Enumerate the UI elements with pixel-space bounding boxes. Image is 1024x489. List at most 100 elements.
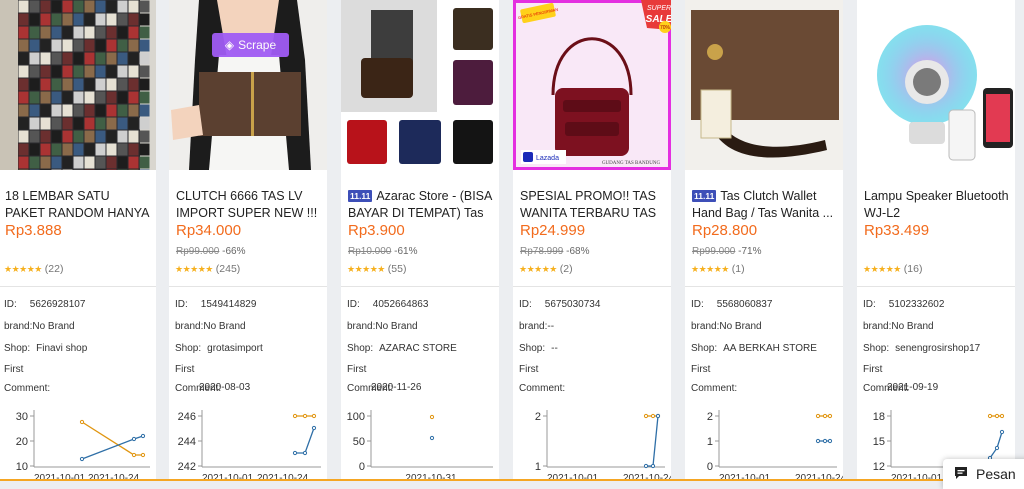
- original-price-value: Rp99.000: [692, 246, 736, 257]
- data-point-blue: [655, 413, 661, 419]
- data-point-blue: [994, 445, 1000, 451]
- price-line-blue: [646, 415, 659, 467]
- data-point-blue: [302, 450, 308, 456]
- star-icons: ★★★★★: [4, 264, 42, 274]
- product-image[interactable]: [685, 0, 843, 170]
- product-image[interactable]: [0, 0, 156, 170]
- y-tick-label: 12: [873, 461, 885, 473]
- product-title[interactable]: Lampu Speaker Bluetooth WJ-L2: [864, 188, 1010, 222]
- rating: ★★★★★ (55): [347, 263, 406, 275]
- product-price: Rp34.000: [176, 222, 242, 239]
- original-price: Rp99.000 -71%: [692, 246, 762, 257]
- store-caption: GUDANG TAS BANDUNG: [602, 161, 661, 166]
- product-image[interactable]: ◈ Scrape: [169, 0, 327, 170]
- rating: ★★★★★ (245): [175, 263, 240, 275]
- product-id: 5102332602: [888, 299, 945, 310]
- product-card[interactable]: ◈ Scrape CLUTCH 6666 TAS LV IMPORT SUPER …: [169, 0, 327, 481]
- brand-label: brand:: [347, 321, 376, 332]
- scrape-button[interactable]: ◈ Scrape: [212, 33, 289, 57]
- mall-badge: 11.11: [692, 190, 717, 202]
- first-date: 2021-09-19: [887, 382, 939, 393]
- data-point-orange: [131, 452, 137, 458]
- product-card[interactable]: SUPER SALE 70% GRATIS PENGIRIMAN Lazada GUDAN…: [513, 0, 671, 481]
- first-label: First: [691, 364, 711, 375]
- y-tick-label: 1: [535, 461, 541, 473]
- first-label: First: [519, 364, 539, 375]
- data-point-blue: [827, 438, 833, 444]
- id-label: ID:: [863, 299, 876, 310]
- rating-count: (22): [44, 263, 64, 275]
- product-title[interactable]: SPESIAL PROMO!! TAS WANITA TERBARU TAS .…: [520, 188, 666, 222]
- y-tick-label: 100: [347, 411, 365, 423]
- brand-row: brand:No Brand: [863, 321, 934, 332]
- y-tick-label: 246: [178, 411, 196, 423]
- data-point-orange: [650, 413, 656, 419]
- rating: ★★★★★ (16): [863, 263, 922, 275]
- brand-label: brand:: [863, 321, 892, 332]
- discount-badge: -61%: [394, 246, 418, 257]
- y-tick-label: 0: [707, 461, 713, 473]
- price-history-chart: 3020102021-10-01 2021-10-24: [16, 410, 150, 481]
- brand-label: brand:: [519, 321, 548, 332]
- product-title[interactable]: 11.11 Azarac Store - (BISA BAYAR DI TEMPA…: [348, 188, 494, 222]
- first-date: 2020-11-26: [371, 382, 422, 393]
- product-title[interactable]: 11.11 Tas Clutch Wallet Hand Bag / Tas Wa…: [692, 188, 838, 222]
- product-image[interactable]: [341, 0, 499, 170]
- product-card[interactable]: Lampu Speaker Bluetooth WJ-L2 Rp33.499 ★…: [857, 0, 1015, 481]
- data-point-orange: [140, 452, 146, 458]
- first-date: 2020-08-03: [199, 382, 251, 393]
- data-point-blue: [140, 433, 146, 439]
- product-id-row: ID: 5626928107: [4, 299, 85, 310]
- product-price: Rp24.999: [520, 222, 586, 239]
- lazada-logo: Lazada: [536, 155, 559, 162]
- product-title-text: 18 LEMBAR SATU PAKET RANDOM HANYA HARI I…: [5, 189, 149, 220]
- first-label: First: [4, 364, 24, 375]
- divider: [0, 286, 156, 287]
- star-icons: ★★★★★: [347, 264, 385, 274]
- star-icons: ★★★★★: [863, 264, 901, 274]
- product-image[interactable]: SUPER SALE 70% GRATIS PENGIRIMAN Lazada GUDAN…: [513, 0, 671, 170]
- divider: [685, 286, 843, 287]
- data-point-blue: [79, 456, 85, 462]
- product-card[interactable]: 18 LEMBAR SATU PAKET RANDOM HANYA HARI I…: [0, 0, 156, 481]
- data-point-blue: [815, 438, 821, 444]
- product-card[interactable]: 11.11 Tas Clutch Wallet Hand Bag / Tas Wa…: [685, 0, 843, 481]
- shop-label: Shop:: [519, 343, 546, 354]
- product-price: Rp28.800: [692, 222, 758, 239]
- shop-name[interactable]: --: [551, 343, 558, 354]
- data-point-blue: [292, 450, 298, 456]
- shop-name[interactable]: grotasimport: [207, 343, 263, 354]
- data-point-orange: [429, 414, 435, 420]
- data-point-orange: [815, 413, 821, 419]
- product-title[interactable]: 18 LEMBAR SATU PAKET RANDOM HANYA HARI I…: [5, 188, 151, 222]
- product-id-row: ID: 5102332602: [863, 299, 944, 310]
- product-title[interactable]: CLUTCH 6666 TAS LV IMPORT SUPER NEW !!! …: [176, 188, 322, 222]
- shop-name[interactable]: Finavi shop: [36, 343, 87, 354]
- comment-label: Comment:: [519, 383, 566, 394]
- y-tick-label: 1: [707, 436, 713, 448]
- shop-name[interactable]: AZARAC STORE: [379, 343, 457, 354]
- original-price: Rp99.000 -66%: [176, 246, 246, 257]
- brand-value: No Brand: [719, 321, 762, 332]
- shop-name[interactable]: AA BERKAH STORE: [723, 343, 817, 354]
- product-id: 5568060837: [716, 299, 773, 310]
- chat-button[interactable]: Pesan: [943, 459, 1024, 489]
- shop-row: Shop: grotasimport: [175, 343, 263, 354]
- y-tick-label: 18: [873, 411, 885, 423]
- data-point-blue: [131, 436, 137, 442]
- shop-label: Shop:: [175, 343, 202, 354]
- data-point-orange: [292, 413, 298, 419]
- first-label: First: [347, 364, 367, 375]
- brand-label: brand:: [175, 321, 204, 332]
- product-price: Rp3.888: [5, 222, 62, 239]
- product-image[interactable]: [857, 0, 1015, 170]
- product-card[interactable]: 11.11 Azarac Store - (BISA BAYAR DI TEMPA…: [341, 0, 499, 481]
- data-point-orange: [79, 419, 85, 425]
- shop-name[interactable]: senengrosirshop17: [895, 343, 980, 354]
- data-point-blue: [311, 425, 317, 431]
- y-tick-label: 50: [353, 436, 365, 448]
- product-id: 5675030734: [544, 299, 601, 310]
- id-label: ID:: [4, 299, 17, 310]
- id-label: ID:: [691, 299, 704, 310]
- divider: [169, 286, 327, 287]
